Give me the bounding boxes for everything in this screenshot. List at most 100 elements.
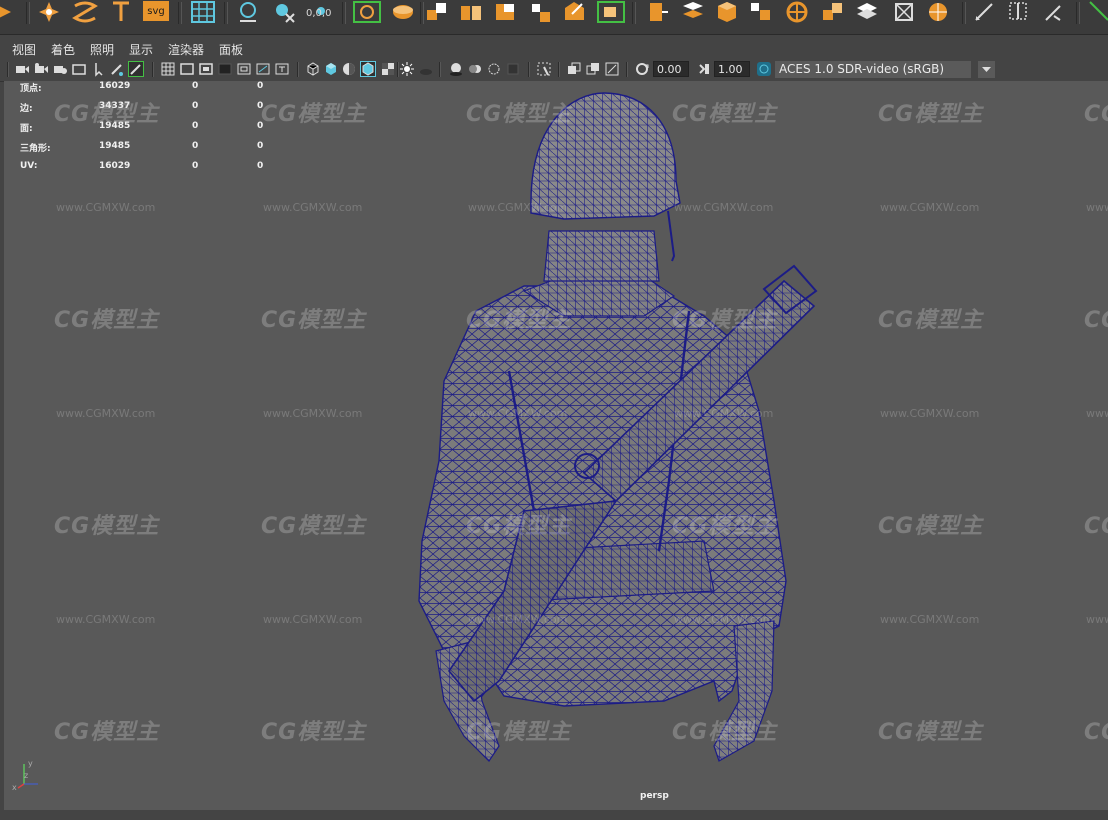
xray-icon[interactable] <box>566 61 582 77</box>
axis-x-label: x <box>12 783 17 792</box>
camera-attributes-icon[interactable] <box>33 61 49 77</box>
target-weld-icon[interactable] <box>784 0 810 24</box>
viewport-persp[interactable]: 顶点: 16029 0 0 边: 34337 0 0 面: 19485 0 0 … <box>4 81 1108 810</box>
quad-draw-icon[interactable] <box>892 0 918 24</box>
menu-show[interactable]: 显示 <box>129 41 153 58</box>
watermark-url: www.CGMXW.com <box>56 201 156 214</box>
shelf-separator <box>178 2 182 24</box>
view-icon[interactable] <box>236 0 262 24</box>
fill-hole-icon[interactable] <box>714 0 740 24</box>
bevel-icon[interactable] <box>562 0 588 24</box>
menu-lighting[interactable]: 照明 <box>90 41 114 58</box>
watermark-url: www.CGMXW.com <box>56 407 156 420</box>
color-space-dropdown[interactable]: ACES 1.0 SDR-video (sRGB) <box>775 61 971 78</box>
clear-icon[interactable] <box>272 0 298 24</box>
smooth-shade-icon[interactable] <box>323 61 339 77</box>
bridge-icon[interactable] <box>596 0 626 24</box>
grid-icon[interactable] <box>190 0 216 24</box>
watermark-brand: CG模型主 <box>261 308 367 333</box>
toolbar-separator <box>297 62 299 77</box>
lasso-icon[interactable] <box>352 0 382 24</box>
gamma-icon[interactable] <box>696 61 712 77</box>
watermark-brand: CG模型主 <box>54 308 160 333</box>
watermark-url: www.CGMXW.com <box>880 201 980 214</box>
extract-icon[interactable] <box>492 0 518 24</box>
depth-of-field-icon[interactable] <box>505 61 521 77</box>
exposure-field[interactable]: 0.00 <box>653 61 689 77</box>
separate-icon[interactable] <box>458 0 484 24</box>
default-material-icon[interactable] <box>341 61 357 77</box>
multi-cut-icon[interactable] <box>820 0 846 24</box>
type-icon[interactable] <box>108 0 134 24</box>
view-transform-icon[interactable] <box>756 61 772 77</box>
menu-renderer[interactable]: 渲染器 <box>168 41 204 58</box>
watermark-brand: CG模型主 <box>54 514 160 539</box>
field-chart-icon[interactable] <box>236 61 252 77</box>
watermark-brand: CG模型主 <box>672 514 778 539</box>
mirror-icon[interactable] <box>854 0 880 24</box>
shelf-separator <box>26 2 30 24</box>
smooth-icon[interactable] <box>528 0 554 24</box>
grid-toggle-icon[interactable] <box>160 61 176 77</box>
bool-icon[interactable] <box>678 0 708 24</box>
toolbar-separator <box>7 62 9 77</box>
svg-icon[interactable]: svg <box>142 0 170 24</box>
shelf-partial-icon[interactable] <box>0 0 18 24</box>
watermark-brand: CG模型主 <box>672 720 778 745</box>
toolbar-separator <box>439 62 441 77</box>
watermark-url: www.CGMXW.com <box>263 407 363 420</box>
isolate-select-icon[interactable] <box>536 61 552 77</box>
safe-action-icon[interactable] <box>255 61 271 77</box>
sweep-mesh-icon[interactable] <box>72 0 98 24</box>
sphere-grid-icon[interactable] <box>926 0 952 24</box>
panel-toolbar: 0.00 1.00 ACES 1.0 SDR-video (sRGB) <box>0 59 1108 82</box>
shadows-icon[interactable] <box>418 61 434 77</box>
resolution-gate-icon[interactable] <box>198 61 214 77</box>
axis-y-label: y <box>28 759 33 768</box>
motion-blur-icon[interactable] <box>467 61 483 77</box>
merge-icon[interactable] <box>748 0 774 24</box>
grease-pencil-icon[interactable] <box>109 61 125 77</box>
svg-icon-label: svg <box>147 6 164 17</box>
menu-panels[interactable]: 面板 <box>219 41 243 58</box>
two-d-pan-icon[interactable] <box>90 61 106 77</box>
chevron-down-icon[interactable] <box>978 61 995 78</box>
watermark-brand: CG模型主 <box>672 308 778 333</box>
polygon-star-icon[interactable] <box>36 0 62 24</box>
watermark-brand: CG模型主 <box>54 720 160 745</box>
watermark-brand: CG模型主 <box>878 720 984 745</box>
menu-view[interactable]: 视图 <box>12 41 36 58</box>
menu-shading[interactable]: 着色 <box>51 41 75 58</box>
bookmarks-icon[interactable] <box>52 61 68 77</box>
screen-space-ao-icon[interactable] <box>448 61 464 77</box>
combine-icon[interactable] <box>424 0 450 24</box>
helmet-strap <box>667 210 676 262</box>
film-gate-icon[interactable] <box>179 61 195 77</box>
watermark-brand: CG模型主 <box>261 514 367 539</box>
xray-active-icon[interactable] <box>585 61 601 77</box>
textured-icon[interactable] <box>380 61 396 77</box>
wireframe-on-shaded-icon[interactable] <box>360 61 376 77</box>
sculpt-icon[interactable] <box>390 0 416 24</box>
multisample-icon[interactable] <box>486 61 502 77</box>
exposure-icon[interactable] <box>634 61 650 77</box>
safe-title-icon[interactable] <box>274 61 290 77</box>
pencil-icon[interactable] <box>128 61 144 77</box>
toolbar-separator <box>626 62 628 77</box>
image-plane-icon[interactable] <box>71 61 87 77</box>
gamma-field[interactable]: 1.00 <box>714 61 750 77</box>
crease-icon[interactable] <box>1006 0 1032 24</box>
pen-icon[interactable] <box>972 0 998 24</box>
soldier-wireframe-model[interactable] <box>4 81 1108 810</box>
all-lights-icon[interactable] <box>399 61 415 77</box>
gate-mask-icon[interactable] <box>217 61 233 77</box>
camera-name-label: persp <box>640 791 669 801</box>
watermark-brand: CG模型主 <box>466 102 572 127</box>
watermark-url: www.CGMXW.com <box>880 407 980 420</box>
brush-icon[interactable] <box>1040 0 1066 24</box>
shelf-overflow-icon[interactable] <box>1086 0 1108 24</box>
extrude-icon[interactable] <box>644 0 670 24</box>
wireframe-icon[interactable] <box>305 61 321 77</box>
select-camera-icon[interactable] <box>14 61 30 77</box>
xray-joints-icon[interactable] <box>604 61 620 77</box>
